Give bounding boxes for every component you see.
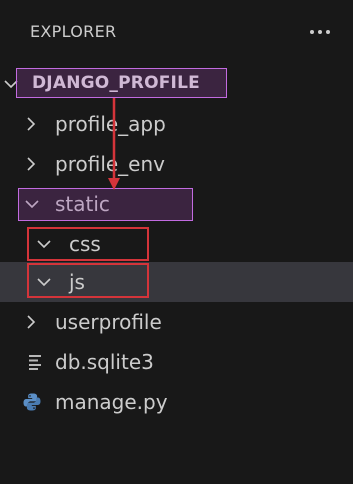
python-icon <box>22 392 42 412</box>
ellipsis-icon[interactable] <box>305 20 335 44</box>
chevron-right-icon <box>23 116 39 132</box>
tree-item-manage-py[interactable]: manage.py <box>0 382 353 422</box>
chevron-right-icon <box>23 314 39 330</box>
tree-item-css[interactable]: css <box>0 224 353 264</box>
tree-item-label: profile_env <box>55 152 165 176</box>
tree-item-db-sqlite3[interactable]: db.sqlite3 <box>0 342 353 382</box>
tree-item-js[interactable]: js <box>0 262 353 302</box>
tree-item-label: manage.py <box>55 390 168 414</box>
tree-item-label: db.sqlite3 <box>55 350 154 374</box>
tree-item-userprofile[interactable]: userprofile <box>0 302 353 342</box>
tree-item-static[interactable]: static <box>0 184 353 224</box>
chevron-right-icon <box>23 156 39 172</box>
chevron-down-icon <box>24 196 40 212</box>
chevron-down-icon <box>3 76 19 92</box>
tree-item-label: static <box>55 192 110 216</box>
chevron-down-icon <box>36 236 52 252</box>
explorer-header: EXPLORER <box>0 0 353 64</box>
database-file-icon <box>27 352 47 372</box>
tree-root-django-profile[interactable]: DJANGO_PROFILE <box>0 64 353 102</box>
tree-root-label: DJANGO_PROFILE <box>32 73 200 93</box>
tree-item-label: userprofile <box>55 310 162 334</box>
explorer-title: EXPLORER <box>30 22 117 41</box>
tree-item-label: profile_app <box>55 112 166 136</box>
tree-item-label: css <box>69 232 101 256</box>
tree-item-profile-env[interactable]: profile_env <box>0 144 353 184</box>
tree-item-label: js <box>69 270 85 294</box>
chevron-down-icon <box>36 274 52 290</box>
tree-item-profile-app[interactable]: profile_app <box>0 104 353 144</box>
